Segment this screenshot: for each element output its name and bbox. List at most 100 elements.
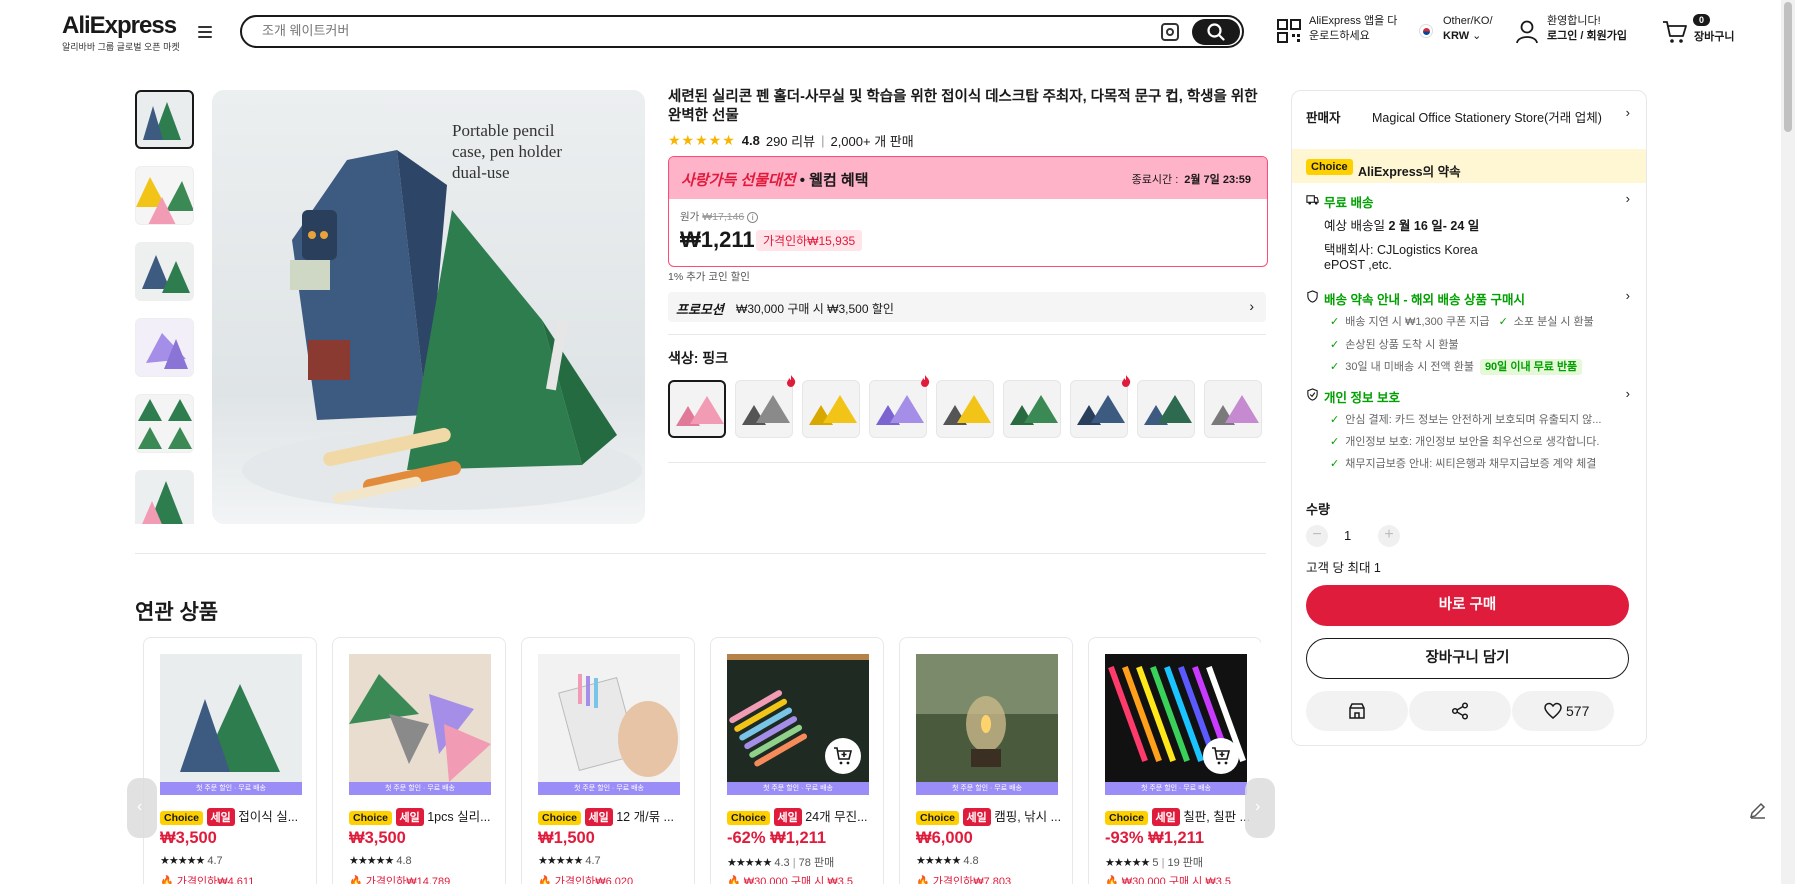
app-line-1: AliExpress 앱을 다	[1309, 15, 1398, 27]
info-icon[interactable]: i	[747, 211, 759, 223]
fire-icon	[921, 375, 930, 387]
card-extra-info: 🔥 가격인하₩4,611	[160, 873, 254, 884]
card-price: -62% ₩1,211	[727, 829, 826, 848]
card-image[interactable]	[160, 654, 302, 782]
page-scrollbar[interactable]	[1781, 0, 1795, 884]
store-button[interactable]	[1306, 691, 1408, 731]
pencil-holder-illustration	[242, 150, 642, 510]
cart-icon[interactable]	[1662, 20, 1688, 44]
quantity-value[interactable]: 1	[1344, 528, 1351, 543]
download-app-link[interactable]: AliExpress 앱을 다 운로드하세요	[1309, 14, 1397, 44]
add-to-cart-icon	[834, 747, 853, 765]
qr-code-icon[interactable]	[1277, 19, 1301, 43]
chevron-right-icon[interactable]: ›	[1626, 105, 1630, 120]
card-add-to-cart-button[interactable]	[1203, 738, 1239, 774]
rating-stars: ★★★★★	[727, 857, 772, 869]
card-image[interactable]	[349, 654, 491, 782]
aliexpress-logo[interactable]: AliExpress 알리바바 그룹 글로벌 오픈 마켓	[62, 12, 180, 53]
carrier-line-2: ePOST ,etc.	[1324, 258, 1392, 272]
thumbnail-2[interactable]	[135, 166, 194, 225]
color-swatch[interactable]	[869, 375, 930, 438]
welcome-text: 환영합니다!	[1547, 15, 1601, 27]
thumbnail-4[interactable]	[135, 318, 194, 377]
card-rating: ★★★★★ 5 | 19 판매	[1105, 857, 1204, 869]
seller-name[interactable]: Magical Office Stationery Store(거래 업체)	[1372, 107, 1602, 126]
color-swatch[interactable]	[1137, 380, 1195, 438]
image-search-icon[interactable]	[1161, 23, 1179, 41]
promotion-text: ₩30,000 구매 시 ₩3,500 할인	[736, 302, 894, 316]
chevron-right-icon[interactable]: ›	[1626, 288, 1630, 303]
thumbnail-6[interactable]	[135, 470, 194, 524]
related-product-card[interactable]: 첫 주문 할인 · 무료 배송 Choice 세일 24개 무진... -62% ₩…	[710, 637, 884, 884]
card-rating-value: 4.3	[774, 857, 790, 869]
card-image[interactable]	[916, 654, 1058, 782]
rating-stars: ★★★★★	[916, 855, 961, 867]
add-to-cart-button[interactable]: 장바구니 담기	[1306, 638, 1629, 679]
card-image[interactable]	[538, 654, 680, 782]
search-button[interactable]	[1192, 19, 1240, 45]
color-swatch[interactable]	[1204, 380, 1262, 438]
thumbnail-1[interactable]	[135, 90, 194, 149]
edit-icon[interactable]	[1746, 798, 1770, 822]
delivery-promise-title[interactable]: 배송 약속 안내 - 해외 배송 상품 구매시	[1306, 289, 1525, 308]
card-title[interactable]: Choice 세일 칠판, 칠판 ...	[1105, 806, 1255, 826]
privacy-title[interactable]: 개인 정보 보호	[1306, 387, 1400, 406]
product-title: 세련된 실리콘 펜 홀더-사무실 및 학습을 위한 접이식 데스크탑 주최자, …	[668, 89, 1258, 124]
card-promo-strip: 첫 주문 할인 · 무료 배송	[1105, 782, 1247, 795]
color-swatch[interactable]	[1070, 375, 1131, 438]
card-add-to-cart-button[interactable]	[825, 738, 861, 774]
current-price: ₩1,211	[680, 227, 755, 252]
currency-label: KRW	[1443, 30, 1470, 42]
share-button[interactable]	[1409, 691, 1511, 731]
chevron-right-icon[interactable]: ›	[1626, 191, 1630, 206]
fire-icon: 🔥	[1105, 876, 1119, 884]
card-promo-strip: 첫 주문 할인 · 무료 배송	[538, 782, 680, 795]
carousel-next-button[interactable]: ›	[1245, 778, 1275, 838]
wishlist-button[interactable]: 577	[1512, 691, 1614, 731]
hamburger-menu-icon[interactable]	[198, 26, 212, 38]
rating-stars: ★★★★★	[1105, 857, 1150, 869]
card-title[interactable]: Choice 세일 24개 무진...	[727, 806, 877, 826]
search-input[interactable]	[262, 23, 1162, 38]
card-title[interactable]: Choice 세일 캠핑, 낚시 ...	[916, 806, 1066, 826]
chevron-right-icon[interactable]: ›	[1626, 386, 1630, 401]
related-product-card[interactable]: 첫 주문 할인 · 무료 배송 Choice 세일 접이식 실... ₩3,500 ★…	[143, 637, 317, 884]
related-product-card[interactable]: 첫 주문 할인 · 무료 배송 Choice 세일 캠핑, 낚시 ... ₩6,00…	[899, 637, 1073, 884]
fire-icon: 🔥	[349, 876, 363, 884]
user-icon[interactable]	[1516, 20, 1538, 44]
coin-discount-text: 1% 추가 코인 할인	[668, 271, 750, 283]
thumbnail-5[interactable]	[135, 394, 194, 453]
card-title[interactable]: Choice 세일 접이식 실...	[160, 806, 310, 826]
free-return-tag: 90일 이내 무료 반품	[1479, 359, 1583, 375]
wishlist-count: 577	[1566, 703, 1590, 719]
quantity-decrease-button[interactable]: −	[1306, 525, 1328, 547]
color-swatch[interactable]	[802, 380, 860, 438]
review-count[interactable]: 290 리뷰	[766, 131, 815, 150]
login-link[interactable]: 환영합니다! 로그인 / 회원가입	[1547, 14, 1627, 44]
thumbnail-3[interactable]	[135, 242, 194, 301]
card-price-value: ₩3,500	[160, 829, 217, 847]
related-product-card[interactable]: 첫 주문 할인 · 무료 배송 Choice 세일 12 개/묶 ... ₩1,50…	[521, 637, 695, 884]
promise-item: ✓ 30일 내 미배송 시 전액 환불 90일 이내 무료 반품	[1330, 358, 1583, 375]
purchase-sidebar: 판매자 Magical Office Stationery Store(거래 업…	[1291, 90, 1647, 746]
color-swatch[interactable]	[1003, 380, 1061, 438]
promotion-row[interactable]: 프로모션 ₩30,000 구매 시 ₩3,500 할인 ›	[668, 292, 1266, 322]
chevron-right-icon: ›	[1255, 798, 1261, 815]
card-title[interactable]: Choice 세일 12 개/묶 ...	[538, 806, 688, 826]
cart-label[interactable]: 장바구니	[1694, 30, 1734, 45]
carousel-prev-button[interactable]: ‹	[127, 778, 157, 838]
related-product-card[interactable]: 첫 주문 할인 · 무료 배송 Choice 세일 칠판, 칠판 ... -93% …	[1088, 637, 1261, 884]
card-title[interactable]: Choice 세일 1pcs 실리...	[349, 806, 499, 826]
related-product-card[interactable]: 첫 주문 할인 · 무료 배송 Choice 세일 1pcs 실리... ₩3,50…	[332, 637, 506, 884]
color-swatch[interactable]	[936, 380, 994, 438]
color-swatch[interactable]	[735, 375, 796, 438]
card-sold: 19 판매	[1167, 857, 1204, 869]
buy-now-button[interactable]: 바로 구매	[1306, 585, 1629, 626]
scrollbar-thumb[interactable]	[1784, 2, 1792, 132]
logo-text: AliExpress	[62, 12, 177, 39]
color-swatch[interactable]	[668, 380, 726, 438]
main-product-image[interactable]: Portable pencil case, pen holder dual-us…	[212, 90, 645, 524]
quantity-increase-button[interactable]: +	[1378, 525, 1400, 547]
region-selector[interactable]: Other/KO/ KRW ⌄	[1443, 14, 1493, 44]
free-shipping-title[interactable]: 무료 배송	[1306, 192, 1373, 211]
